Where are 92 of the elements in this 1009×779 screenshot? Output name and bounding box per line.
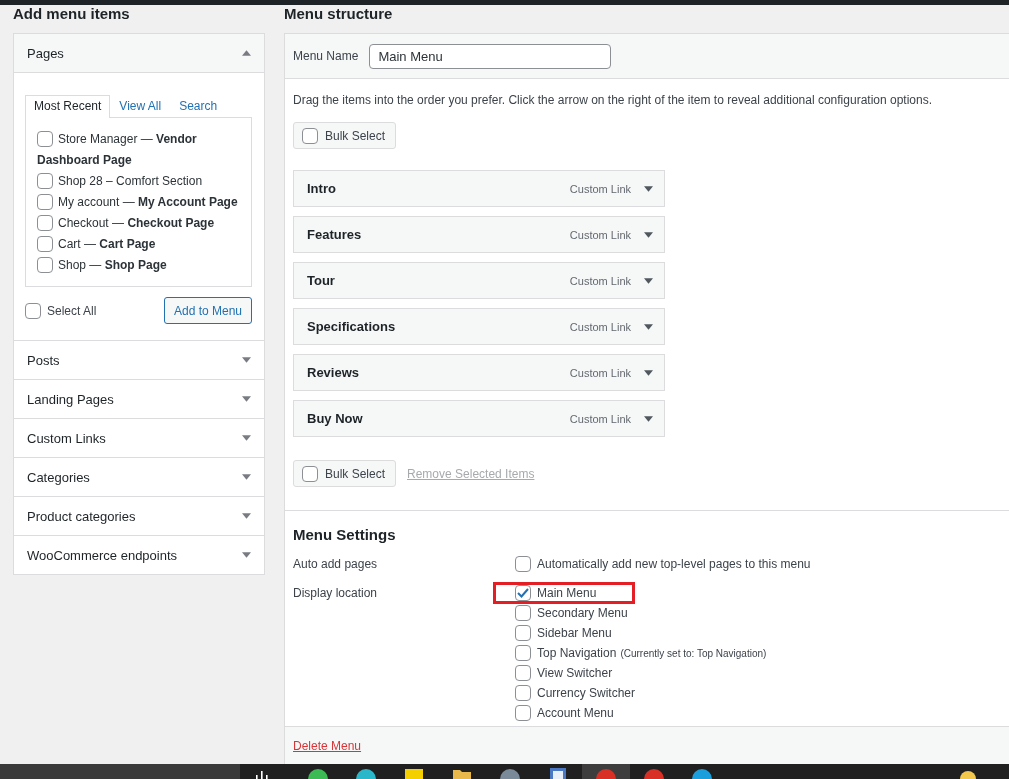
- checkbox[interactable]: [515, 685, 531, 701]
- delete-menu-link[interactable]: Delete Menu: [293, 738, 362, 753]
- setting-label: Auto add pages: [293, 556, 379, 573]
- caret-down-icon[interactable]: [644, 323, 653, 330]
- bars-icon[interactable]: [255, 771, 269, 779]
- caret-down-icon: [242, 396, 251, 402]
- option-label: Account Menu: [537, 706, 614, 720]
- checkbox[interactable]: [515, 645, 531, 661]
- caret-down-icon: [242, 435, 251, 441]
- checkmark-icon: [517, 588, 529, 598]
- caret-down-icon[interactable]: [644, 231, 653, 238]
- option-label: Currency Switcher: [537, 686, 636, 700]
- caret-down-icon[interactable]: [644, 415, 653, 422]
- checkbox[interactable]: [515, 585, 531, 601]
- caret-down-icon[interactable]: [644, 277, 653, 284]
- option-label: Sidebar Menu: [537, 626, 612, 640]
- section-title: Menu Settings: [293, 526, 396, 544]
- app-icon[interactable]: [404, 768, 424, 779]
- caret-down-icon: [242, 513, 251, 519]
- instructions-text: Drag the items into the order you prefer. Click the arrow on the right of the item to reveal additional configuration options.: [293, 92, 932, 109]
- menu-item[interactable]: Reviews Custom Link: [293, 354, 665, 391]
- menu-item[interactable]: Features Custom Link: [293, 216, 665, 253]
- taskbar-search-field[interactable]: [0, 764, 240, 779]
- option-label: View Switcher: [537, 666, 613, 680]
- page-option[interactable]: Checkout — Checkout Page: [37, 213, 240, 234]
- menu-name-field[interactable]: Main Menu: [369, 43, 612, 69]
- caret-down-icon: [242, 474, 251, 480]
- item-type-label: Custom Link: [569, 366, 631, 379]
- checkbox[interactable]: [37, 173, 53, 189]
- page-option[interactable]: Shop 28 – Comfort Section: [37, 171, 240, 192]
- menu-item-title: Features: [307, 227, 362, 242]
- option-label: Select All: [47, 303, 97, 318]
- caret-down-icon[interactable]: [644, 369, 653, 376]
- item-type-label: Custom Link: [569, 182, 631, 195]
- checkbox[interactable]: [37, 257, 53, 273]
- option-label: Secondary Menu: [537, 606, 628, 620]
- setting-label: Display location: [293, 585, 379, 602]
- column-title: Menu structure: [284, 5, 393, 24]
- menu-item[interactable]: Buy Now Custom Link: [293, 400, 665, 437]
- caret-up-icon: [242, 50, 251, 56]
- checkbox[interactable]: [515, 625, 531, 641]
- menu-item-title: Intro: [307, 181, 336, 196]
- caret-down-icon: [242, 357, 251, 363]
- item-type-label: Custom Link: [569, 412, 631, 425]
- checkbox[interactable]: [515, 705, 531, 721]
- bulk-select-button[interactable]: Bulk Select: [293, 122, 397, 149]
- app-icon[interactable]: [692, 768, 712, 779]
- tray-icon[interactable]: [960, 771, 976, 779]
- location-note: (Currently set to: Top Navigation): [620, 647, 767, 659]
- option-label: Automatically add new top-level pages to this menu: [537, 557, 811, 571]
- page-option[interactable]: Cart — Cart Page: [37, 234, 240, 255]
- page-option[interactable]: Shop — Shop Page: [37, 255, 240, 276]
- checkbox[interactable]: [37, 215, 53, 231]
- app-icon[interactable]: [500, 768, 520, 779]
- taskbar-button[interactable]: [582, 764, 630, 779]
- menu-item-title: Reviews: [307, 365, 360, 380]
- checkbox[interactable]: [37, 236, 53, 252]
- checkbox[interactable]: [515, 605, 531, 621]
- menu-item-title: Buy Now: [307, 411, 363, 426]
- tab[interactable]: Search: [170, 95, 227, 117]
- item-type-label: Custom Link: [569, 320, 631, 333]
- checkbox[interactable]: [37, 194, 53, 210]
- item-type-label: Custom Link: [569, 228, 631, 241]
- checkbox[interactable]: [25, 302, 41, 319]
- menu-item[interactable]: Intro Custom Link: [293, 170, 665, 207]
- tab[interactable]: Most Recent: [25, 95, 111, 118]
- menu-item[interactable]: Tour Custom Link: [293, 262, 665, 299]
- document-icon[interactable]: [548, 768, 568, 779]
- add-to-menu-button[interactable]: Add to Menu: [163, 297, 252, 324]
- option-label: Main Menu: [537, 586, 597, 600]
- menu-item-title: Specifications: [307, 319, 396, 334]
- checkbox[interactable]: [302, 465, 318, 482]
- field-label: Menu Name: [293, 49, 359, 63]
- menu-item-title: Tour: [307, 273, 335, 288]
- bulk-select-button[interactable]: Bulk Select: [293, 460, 397, 487]
- caret-down-icon[interactable]: [644, 185, 653, 192]
- checkbox[interactable]: [37, 131, 53, 147]
- column-title: Add menu items: [13, 5, 130, 24]
- menu-item[interactable]: Specifications Custom Link: [293, 308, 665, 345]
- page-option[interactable]: Store Manager — Vendor Dashboard Page: [37, 129, 240, 171]
- folder-icon[interactable]: [452, 768, 472, 779]
- caret-down-icon: [242, 552, 251, 558]
- checkbox[interactable]: [515, 556, 531, 572]
- checkbox[interactable]: [515, 665, 531, 681]
- app-icon[interactable]: [308, 768, 328, 779]
- page-option[interactable]: My account — My Account Page: [37, 192, 240, 213]
- app-icon[interactable]: [356, 768, 376, 779]
- accordion-header[interactable]: Pages: [14, 34, 264, 73]
- checkbox[interactable]: [302, 127, 318, 144]
- item-type-label: Custom Link: [569, 274, 631, 287]
- option-label: Top Navigation: [537, 646, 617, 660]
- tab[interactable]: View All: [110, 95, 171, 117]
